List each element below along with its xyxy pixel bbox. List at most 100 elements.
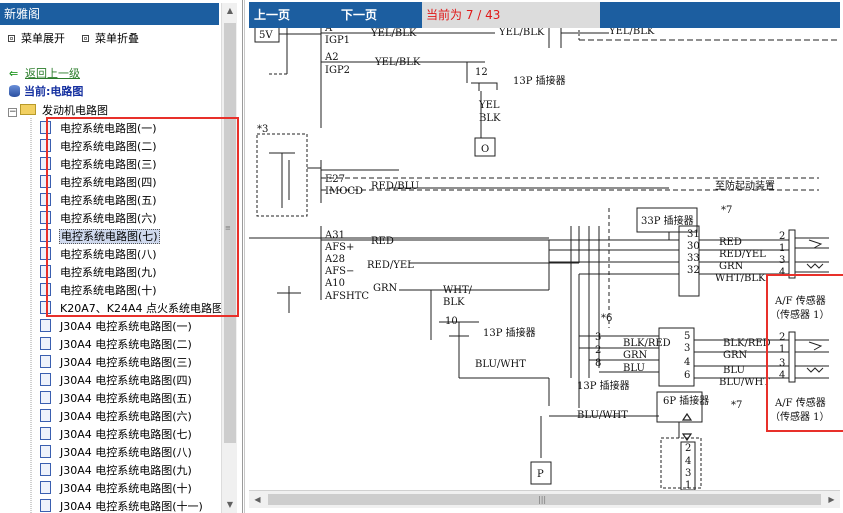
label-wire-blu: BLU (623, 363, 645, 374)
scroll-up-icon[interactable]: ▲ (222, 3, 238, 19)
label-a: A (324, 28, 333, 34)
label-wire-red-2: RED (719, 237, 742, 248)
label-5v: 5V (259, 30, 273, 41)
document-icon (40, 409, 51, 422)
label-note-3: *3 (257, 124, 268, 135)
label-wire-red-yel: RED/YEL (367, 260, 414, 271)
label-afs-minus: AFS− (324, 266, 354, 277)
label-pin-10: 10 (445, 316, 458, 327)
label-pin-q4: 4 (684, 357, 690, 368)
tree-item-label: J30A4 电控系统电路图(八) (60, 446, 192, 459)
tree-item[interactable]: J30A4 电控系统电路图(十一) (40, 498, 204, 513)
label-wire-blk-red-2: BLK/RED (723, 338, 771, 349)
label-pin-q6: 6 (684, 370, 690, 381)
document-icon (40, 373, 51, 386)
label-pin-q3: 3 (684, 343, 690, 354)
document-icon (40, 427, 51, 440)
tree-item-label: J30A4 电控系统电路图(一) (60, 320, 192, 333)
label-connector-13p-c: 13P 插接器 (577, 379, 630, 392)
folder-open-icon (20, 104, 36, 115)
prev-page-button[interactable]: 上一页 (254, 2, 290, 28)
tree-item-label: J30A4 电控系统电路图(三) (60, 356, 192, 369)
scroll-left-icon[interactable]: ◀ (249, 491, 266, 508)
back-link[interactable]: ⇐ 返回上一级 (9, 66, 80, 81)
label-wire-red-blu: RED/BLU (371, 181, 419, 192)
expand-menu-button[interactable]: 菜单展开 (8, 31, 65, 47)
label-wire-wht-blk: WHT/BLK (715, 273, 766, 284)
viewer-panel: 上一页 下一页 当前为 7 / 43 5V A IGP1 A2 IGP2 YEL… (244, 0, 843, 513)
label-connector-33p: 33P 插接器 (641, 214, 694, 227)
current-location: 当前:电路图 (9, 84, 83, 99)
panel-title: 新雅阁 (0, 3, 219, 25)
label-wire-blu-wht: BLU/WHT (475, 359, 526, 370)
tree-item[interactable]: J30A4 电控系统电路图(四) (40, 372, 193, 390)
label-pin-12: 12 (475, 67, 488, 78)
label-afs-plus: AFS+ (324, 242, 354, 253)
tree-item[interactable]: J30A4 电控系统电路图(六) (40, 408, 193, 426)
page-indicator: 当前为 7 / 43 (422, 2, 600, 28)
tree-item[interactable]: J30A4 电控系统电路图(五) (40, 390, 193, 408)
tree-item-label: J30A4 电控系统电路图(七) (60, 428, 192, 441)
label-a28: A28 (324, 254, 345, 265)
label-pin-31: 31 (687, 229, 700, 240)
scroll-right-icon[interactable]: ▶ (823, 491, 840, 508)
label-pin-3: 3 (595, 332, 601, 343)
label-wire-blu-wht-3: BLU/WHT (577, 410, 628, 421)
label-a10: A10 (324, 278, 345, 289)
label-pin-b1: 1 (685, 480, 691, 490)
label-connector-13p-a: 13P 插接器 (513, 74, 566, 87)
tree-item[interactable]: J30A4 电控系统电路图(八) (40, 444, 193, 462)
viewer-toolbar: 上一页 下一页 当前为 7 / 43 (249, 2, 840, 28)
tree-item-label: J30A4 电控系统电路图(四) (60, 374, 192, 387)
document-icon (40, 481, 51, 494)
label-a2: A2 (324, 52, 339, 63)
label-wire-yel-blk-3: YEL/BLK (608, 28, 655, 37)
navigation-panel: 新雅阁 菜单展开 菜单折叠 ⇐ 返回上一级 当前:电路图 − 发动机电路图 电控系统… (0, 0, 243, 513)
tree-item[interactable]: J30A4 电控系统电路图(一) (40, 318, 193, 336)
label-pin-b4: 4 (685, 456, 691, 467)
label-e27: E27 (325, 174, 345, 185)
label-igp1: IGP1 (325, 35, 350, 46)
expand-icon (8, 35, 15, 42)
tree-item-label: J30A4 电控系统电路图(六) (60, 410, 192, 423)
label-wire-grn-2: GRN (719, 261, 744, 272)
collapse-menu-button[interactable]: 菜单折叠 (82, 31, 139, 47)
document-icon (40, 355, 51, 368)
label-note-6: *6 (601, 313, 612, 324)
label-connector-13p-b: 13P 插接器 (483, 326, 536, 339)
tree-item[interactable]: J30A4 电控系统电路图(七) (40, 426, 193, 444)
label-pin-b2: 2 (685, 443, 691, 454)
scroll-down-icon[interactable]: ▼ (222, 497, 238, 513)
label-pin-8: 8 (595, 358, 601, 369)
tree-item-label: J30A4 电控系统电路图(十一) (60, 500, 203, 513)
database-icon (9, 85, 20, 97)
label-wire-wht: WHT/ (443, 285, 473, 296)
collapse-icon (82, 35, 89, 42)
label-anti-theft: 至防起动装置 (715, 179, 775, 192)
label-note-7b: *7 (731, 400, 742, 411)
label-a31: A31 (324, 230, 345, 241)
label-pin-32: 32 (687, 265, 700, 276)
label-wire-blk-red: BLK/RED (623, 338, 671, 349)
label-wire-yel-blk-4: YEL/BLK (374, 57, 421, 68)
highlight-box-item-list (46, 117, 239, 317)
tree-item[interactable]: J30A4 电控系统电路图(九) (40, 462, 193, 480)
label-afshtc: AFSHTC (324, 291, 369, 302)
highlight-box-sensors (766, 274, 843, 432)
label-pin-2: 2 (595, 345, 601, 356)
tree-item-label: J30A4 电控系统电路图(二) (60, 338, 192, 351)
tree-item[interactable]: J30A4 电控系统电路图(十) (40, 480, 193, 498)
document-icon (40, 463, 51, 476)
tree-item[interactable]: J30A4 电控系统电路图(三) (40, 354, 193, 372)
collapse-toggle-icon[interactable]: − (8, 108, 17, 117)
label-ground-p: P (537, 469, 544, 480)
diagram-horizontal-scrollbar[interactable]: ◀ ||| ▶ (249, 490, 840, 508)
label-imocd: IMOCD (325, 186, 363, 197)
tree-item-label: J30A4 电控系统电路图(九) (60, 464, 192, 477)
tree-item[interactable]: J30A4 电控系统电路图(二) (40, 336, 193, 354)
label-pin-33: 33 (687, 253, 700, 264)
label-wire-yel-blk-1: YEL/BLK (370, 28, 417, 39)
scrollbar-thumb-horizontal[interactable]: ||| (268, 494, 821, 505)
circuit-diagram: 5V A IGP1 A2 IGP2 YEL/BLK YEL/BLK YEL/BL… (249, 28, 840, 490)
next-page-button[interactable]: 下一页 (341, 2, 377, 28)
